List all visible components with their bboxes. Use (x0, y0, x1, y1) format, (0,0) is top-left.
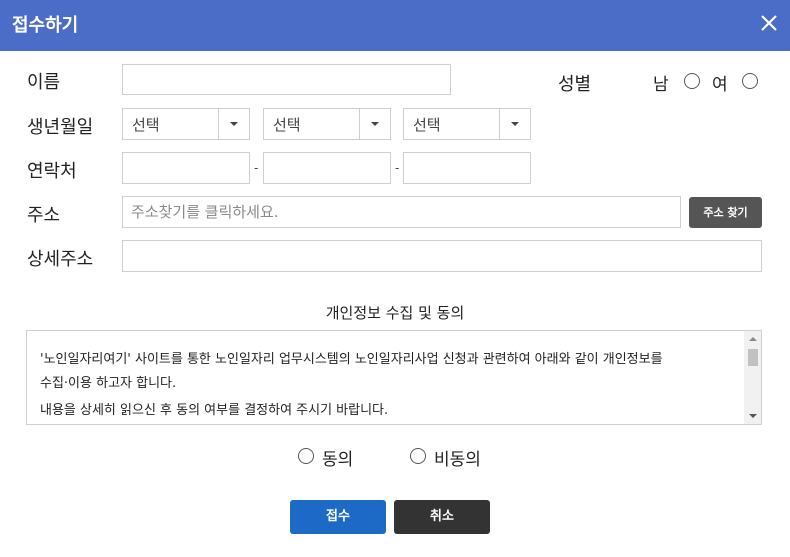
consent-text-line: 수집·이용 하고자 합니다. (40, 376, 177, 391)
consent-scrollbar[interactable] (744, 331, 761, 424)
consent-textbox[interactable]: '노인일자리여기' 사이트를 통한 노인일자리 업무시스템의 노인일자리사업 신… (26, 330, 762, 425)
scroll-down-icon[interactable] (749, 414, 757, 418)
gender-female-radio[interactable] (742, 73, 758, 89)
consent-text-line: '노인일자리여기' 사이트를 통한 노인일자리 업무시스템의 노인일자리사업 신… (40, 352, 663, 367)
contact-separator: - (254, 161, 259, 175)
contact-part2-input[interactable] (263, 152, 391, 184)
consent-disagree-radio[interactable] (410, 448, 426, 464)
gender-male-label: 남 (653, 75, 669, 95)
address-search-button[interactable]: 주소 찾기 (689, 197, 762, 228)
gender-female-label: 여 (712, 75, 728, 95)
cancel-button[interactable]: 취소 (394, 500, 490, 534)
contact-separator: - (395, 161, 400, 175)
contact-part1-input[interactable] (122, 152, 250, 184)
consent-agree-radio[interactable] (298, 448, 314, 464)
consent-text-line: 내용을 상세히 읽으신 후 동의 여부를 결정하여 주시기 바랍니다. (40, 403, 389, 418)
birth-month-value: 선택 (273, 116, 301, 134)
detail-address-input[interactable] (122, 240, 762, 272)
contact-label: 연락처 (27, 161, 77, 182)
gender-male-radio[interactable] (684, 73, 700, 89)
detail-address-label: 상세주소 (27, 249, 94, 270)
birth-month-select[interactable]: 선택 (263, 108, 391, 140)
consent-disagree-label: 비동의 (434, 450, 481, 470)
address-input[interactable] (122, 196, 681, 228)
chevron-down-icon (499, 109, 530, 139)
name-label: 이름 (27, 72, 61, 93)
birth-year-select[interactable]: 선택 (122, 108, 250, 140)
address-label: 주소 (27, 205, 61, 226)
birth-year-value: 선택 (132, 116, 160, 134)
dialog-header: 접수하기 (0, 0, 790, 51)
chevron-down-icon (218, 109, 249, 139)
birth-label: 생년월일 (27, 117, 94, 138)
consent-title: 개인정보 수집 및 동의 (325, 304, 465, 322)
scroll-thumb[interactable] (748, 349, 758, 366)
submit-button[interactable]: 접수 (290, 500, 386, 534)
scroll-up-icon[interactable] (749, 337, 757, 341)
birth-day-select[interactable]: 선택 (403, 108, 531, 140)
chevron-down-icon (359, 109, 390, 139)
gender-label: 성별 (558, 74, 592, 95)
dialog-title: 접수하기 (12, 15, 79, 36)
contact-part3-input[interactable] (403, 152, 531, 184)
consent-agree-label: 동의 (322, 450, 354, 470)
close-icon[interactable] (757, 11, 781, 35)
name-input[interactable] (122, 64, 451, 95)
birth-day-value: 선택 (413, 116, 441, 134)
